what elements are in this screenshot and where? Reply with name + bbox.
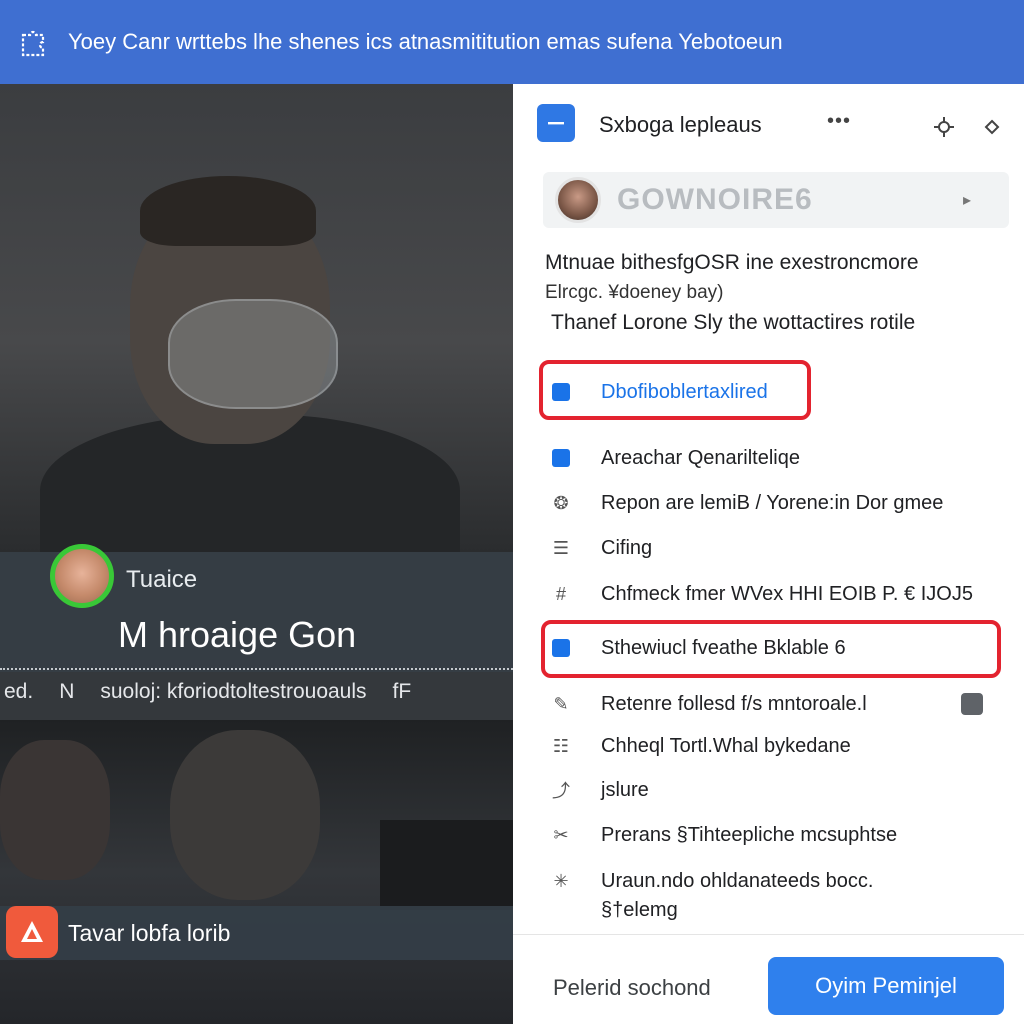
menu-item-6[interactable]: ✎ Retenre follesd f/s mntoroale.l — [513, 684, 1024, 724]
video-frame-secondary — [0, 720, 513, 1024]
share-icon: ⤴ — [552, 781, 570, 801]
menu-item-label: Cifing — [601, 536, 653, 559]
primary-button[interactable]: Oyim Peminjel — [768, 957, 1004, 1015]
edit-icon: ✎ — [553, 693, 569, 714]
description-line: Mtnuae bithesfgOSR ine exestroncmore — [545, 251, 919, 274]
document-icon — [549, 380, 573, 404]
top-banner: Yoey Canr wrttebs lhe shenes ics atnasmi… — [0, 0, 1024, 84]
banner-text: Yoey Canr wrttebs lhe shenes ics atnasmi… — [68, 29, 783, 54]
panel-description: Mtnuae bithesfgOSR ine exestroncmore Elr… — [545, 248, 1005, 338]
menu-item-label: Repon are lemiB / Yorene:in Dor gmee — [601, 491, 944, 514]
menu-item-label: §†elemg — [601, 898, 678, 921]
document-icon — [549, 636, 573, 660]
menu-item-label: jslure — [601, 778, 649, 801]
secondary-button[interactable]: Pelerid sochond — [553, 975, 711, 1001]
menu-item-extra: §†elemg — [513, 890, 1024, 930]
list-icon: ☰ — [552, 537, 570, 558]
menu-item-label: Sthewiucl fveathe Bklable 6 — [601, 636, 846, 659]
menu-item-2[interactable]: ❂ Repon are lemiB / Yorene:in Dor gmee — [513, 483, 1024, 523]
puzzle-icon — [14, 22, 54, 62]
menu-item-4[interactable]: # Chfmeck fmer WVex HHI EOIB P. € IJOJ5 — [513, 574, 1024, 614]
panel-title: Sxboga lepleaus — [599, 112, 762, 137]
menu-item-label: Areachar Qenarilteliqe — [601, 446, 800, 469]
menu-item-label: Chheql Tortl.Whal bykedane — [601, 734, 851, 757]
document-icon — [549, 446, 573, 470]
menu-item-5[interactable]: Sthewiucl fveathe Bklable 6 — [513, 628, 1024, 668]
menu-item-label: Dbofiboblertaxlired — [601, 380, 768, 403]
more-icon[interactable]: ••• — [827, 110, 851, 133]
tag-icon: ✂ — [553, 824, 569, 845]
app-logo-icon — [6, 906, 58, 958]
account-name: GOWNOIRE6 — [617, 183, 813, 216]
menu-item-label: Chfmeck fmer WVex HHI EOIB P. € IJOJ5 — [601, 582, 973, 605]
video-feed[interactable]: Tuaice M hroaige Gon ed. N suoloj: kfori… — [0, 84, 513, 1024]
menu-item-label: Retenre follesd f/s mntoroale.l — [601, 692, 867, 715]
caption-divider — [0, 668, 513, 670]
caption-title: M hroaige Gon — [118, 614, 357, 655]
pin-icon[interactable] — [979, 114, 1005, 140]
caption-ticker: ed. N suoloj: kforiodtoltestrouoauls fF — [0, 680, 513, 708]
link-icon: ❂ — [553, 492, 569, 513]
description-line: Thanef Lorone Sly the wottactires rotile — [551, 311, 916, 334]
app-icon — [537, 104, 575, 142]
hash-icon: # — [555, 583, 566, 604]
ticker-item: N — [59, 680, 75, 703]
panel-footer: Pelerid sochond Oyim Peminjel — [513, 934, 1024, 1024]
settings-icon[interactable] — [931, 114, 957, 140]
menu-item-label: Prerans §Tihteepliche mcsuphtse — [601, 823, 898, 846]
calendar-icon: ☷ — [552, 735, 570, 756]
ticker-item: ed. — [4, 680, 34, 703]
person-figure — [0, 84, 513, 574]
ticker-item: suoloj: kforiodtoltestrouoauls — [100, 680, 367, 703]
menu-item-8[interactable]: ⤴ jslure — [513, 770, 1024, 810]
side-panel: Sxboga lepleaus ••• GOWNOIRE6 ▸ Mtnuae b… — [513, 84, 1024, 1024]
account-selector[interactable]: GOWNOIRE6 ▸ — [543, 172, 1009, 228]
ticker-item: fF — [392, 680, 412, 703]
menu-item-1[interactable]: Areachar Qenarilteliqe — [513, 438, 1024, 478]
description-line: Elrcgc. ¥doeney bay) — [545, 282, 724, 303]
menu-item-0[interactable]: Dbofiboblertaxlired — [513, 372, 1024, 412]
speaker-avatar — [50, 544, 114, 608]
panel-header: Sxboga lepleaus ••• — [513, 84, 1024, 164]
badge-icon — [961, 693, 983, 715]
speaker-name: Tuaice — [126, 566, 198, 593]
menu-item-7[interactable]: ☷ Chheql Tortl.Whal bykedane — [513, 726, 1024, 766]
secondary-caption-label: Tavar lobfa lorib — [68, 920, 231, 946]
menu-item-9[interactable]: ✂ Prerans §Tihteepliche mcsuphtse — [513, 815, 1024, 855]
menu-item-3[interactable]: ☰ Cifing — [513, 528, 1024, 568]
avatar — [555, 177, 601, 223]
chevron-right-icon: ▸ — [963, 192, 972, 209]
